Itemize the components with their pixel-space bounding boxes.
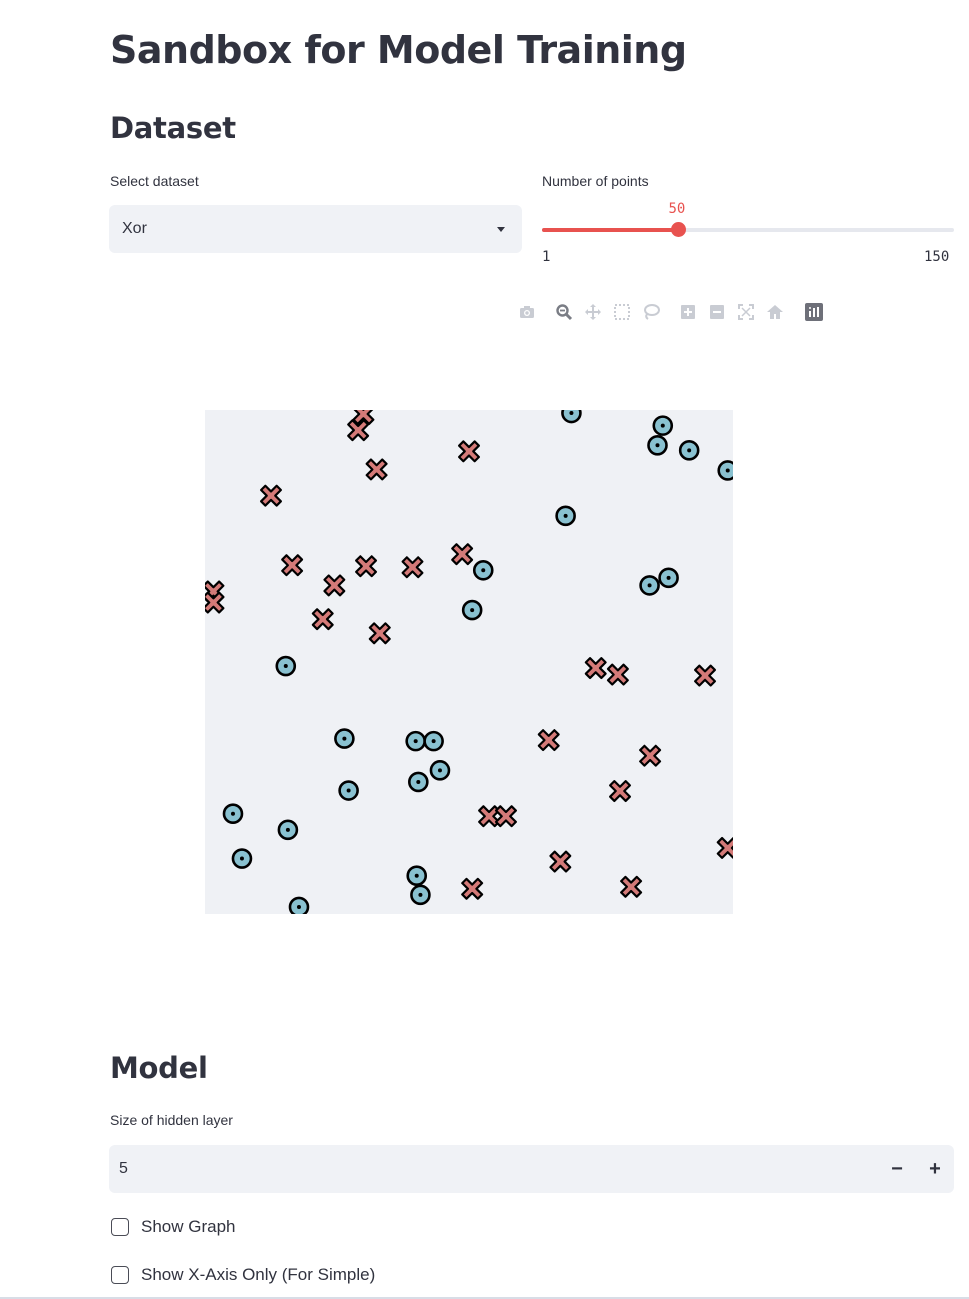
reset-axes-icon[interactable] — [760, 300, 789, 324]
data-point-o — [472, 559, 494, 581]
data-point-o — [678, 440, 700, 461]
pan-icon[interactable] — [578, 300, 607, 324]
data-point-o — [639, 575, 660, 596]
show-x-axis-checkbox[interactable] — [111, 1266, 129, 1284]
data-point-o — [231, 848, 253, 869]
data-point-o — [408, 771, 429, 793]
dataset-select[interactable]: Xor — [109, 205, 522, 253]
zoom-icon[interactable] — [549, 300, 578, 324]
zoom-out-icon[interactable] — [702, 300, 731, 324]
chevron-down-icon — [497, 227, 505, 232]
data-point-o — [555, 505, 576, 527]
show-graph-checkbox-row[interactable]: Show Graph — [111, 1217, 236, 1237]
show-graph-label: Show Graph — [141, 1217, 236, 1236]
data-point-o — [461, 599, 483, 621]
show-graph-checkbox[interactable] — [111, 1218, 129, 1236]
dataset-select-value: Xor — [122, 220, 147, 237]
data-point-o — [405, 730, 426, 752]
box-select-icon[interactable] — [607, 300, 636, 324]
data-point-o — [288, 896, 310, 914]
page-title: Sandbox for Model Training — [110, 28, 687, 72]
hidden-layer-label: Size of hidden layer — [110, 1112, 233, 1128]
points-slider-thumb[interactable] — [670, 222, 686, 237]
data-point-o — [652, 415, 674, 436]
dataset-heading: Dataset — [110, 111, 236, 145]
hidden-layer-input[interactable]: 5 − + — [109, 1145, 954, 1193]
points-slider-label: Number of points — [542, 173, 649, 189]
scatter-plot — [205, 410, 733, 914]
plot-modebar — [512, 300, 828, 324]
camera-icon[interactable] — [512, 300, 541, 324]
lasso-select-icon[interactable] — [636, 300, 665, 324]
data-point-o — [423, 730, 444, 752]
data-point-o — [410, 884, 431, 906]
data-point-o — [334, 728, 355, 749]
points-slider-fill — [542, 228, 678, 232]
data-point-o — [561, 410, 582, 424]
data-point-o — [338, 780, 359, 801]
points-slider-min: 1 — [542, 249, 551, 265]
data-point-o — [406, 865, 428, 886]
increment-button[interactable]: + — [916, 1145, 954, 1193]
data-point-o — [222, 803, 244, 825]
show-x-axis-label: Show X-Axis Only (For Simple) — [141, 1265, 376, 1284]
data-point-o — [717, 460, 733, 481]
zoom-in-icon[interactable] — [673, 300, 702, 324]
data-point-o — [277, 819, 299, 841]
data-point-o — [275, 655, 297, 677]
data-point-o — [429, 760, 451, 781]
select-dataset-label: Select dataset — [110, 173, 199, 189]
decrement-button[interactable]: − — [878, 1145, 916, 1193]
plotly-logo-icon[interactable] — [799, 300, 828, 324]
points-slider-max: 150 — [924, 249, 950, 265]
model-heading: Model — [110, 1051, 208, 1085]
autoscale-icon[interactable] — [731, 300, 760, 324]
hidden-layer-value: 5 — [119, 1160, 128, 1177]
data-point-o — [658, 567, 679, 589]
points-slider-value: 50 — [668, 201, 686, 217]
show-x-axis-checkbox-row[interactable]: Show X-Axis Only (For Simple) — [111, 1265, 375, 1285]
data-point-o — [647, 434, 668, 456]
